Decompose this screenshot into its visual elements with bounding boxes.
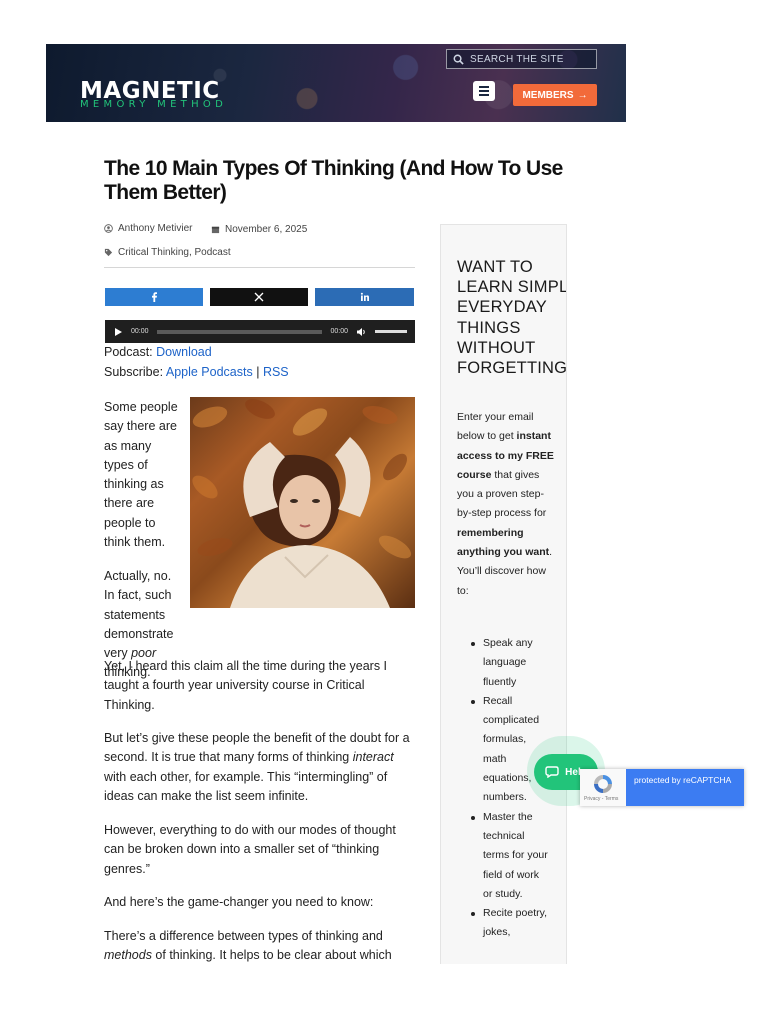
woman-in-leaves-illustration	[192, 399, 412, 608]
subscribe-line: Subscribe: Apple Podcasts | RSS	[104, 365, 289, 379]
site-logo[interactable]: MAGNETIC MEMORY METHOD	[80, 80, 227, 110]
x-twitter-icon	[254, 292, 264, 302]
recaptcha-privacy-terms[interactable]: Privacy - Terms	[584, 796, 618, 802]
article-paragraph: However, everything to do with our modes…	[104, 823, 396, 876]
author-name[interactable]: Anthony Metivier	[118, 223, 192, 234]
list-item: Recite poetry, jokes,	[471, 904, 551, 943]
article-hero-image	[190, 397, 415, 608]
play-icon[interactable]	[113, 327, 123, 337]
user-icon	[104, 224, 113, 233]
sidebar-heading: Want to learn simple everyday things wit…	[457, 258, 567, 378]
link-separator: |	[256, 365, 260, 379]
meta-divider	[104, 267, 415, 268]
audio-progress-bar[interactable]	[156, 329, 323, 334]
recaptcha-logo-area: Privacy - Terms	[580, 769, 626, 806]
menu-icon-bar	[479, 90, 489, 92]
members-button[interactable]: MEMBERS →	[513, 84, 597, 106]
hamburger-menu-button[interactable]	[473, 81, 495, 101]
list-item: Speak any language fluently	[471, 634, 551, 692]
article-paragraph: There’s a difference between types of th…	[104, 929, 392, 963]
podcast-label: Podcast:	[104, 345, 153, 359]
members-label: MEMBERS	[522, 89, 574, 101]
recaptcha-text: protected by reCAPTCHA	[634, 775, 732, 785]
linkedin-icon	[360, 292, 369, 301]
subscribe-label: Subscribe:	[104, 365, 164, 379]
volume-slider[interactable]	[375, 330, 407, 333]
apple-podcasts-link[interactable]: Apple Podcasts	[166, 365, 253, 379]
podcast-line: Podcast: Download	[104, 345, 212, 359]
current-time: 00:00	[131, 328, 149, 335]
arrow-right-icon: →	[577, 89, 588, 101]
audio-player: 00:00 00:00	[105, 320, 415, 343]
article-paragraph: Some people say there are as many types …	[104, 400, 178, 550]
tags-meta: Critical Thinking, Podcast	[104, 247, 231, 258]
tag-icon	[104, 248, 113, 257]
chat-bubble-icon	[545, 766, 559, 778]
sidebar-intro: Enter your email below to get instant ac…	[457, 408, 557, 601]
list-item: Master the technical terms for your fiel…	[471, 808, 551, 904]
duration: 00:00	[330, 328, 348, 335]
emphasis-text: interact	[352, 750, 394, 765]
menu-icon-bar	[479, 86, 489, 88]
recaptcha-badge[interactable]: Privacy - Terms protected by reCAPTCHA	[580, 769, 744, 806]
sidebar-optin: Want to learn simple everyday things wit…	[440, 224, 567, 964]
logo-subtitle: MEMORY METHOD	[80, 99, 228, 110]
post-date: November 6, 2025	[225, 224, 308, 235]
search-placeholder: SEARCH THE SITE	[470, 53, 564, 65]
search-input[interactable]: SEARCH THE SITE	[446, 49, 597, 69]
recaptcha-icon	[594, 775, 612, 793]
date-meta: November 6, 2025	[211, 224, 307, 235]
search-icon	[453, 54, 464, 65]
author-meta: Anthony Metivier	[104, 223, 192, 234]
volume-icon[interactable]	[356, 327, 367, 337]
calendar-icon	[211, 226, 220, 234]
facebook-icon	[152, 292, 157, 302]
rss-link[interactable]: RSS	[263, 365, 289, 379]
article-paragraph: But let’s give these people the benefit …	[104, 731, 410, 803]
share-facebook-button[interactable]	[105, 288, 203, 306]
article-paragraph: And here’s the game-changer you need to …	[104, 895, 374, 909]
share-linkedin-button[interactable]	[315, 288, 414, 306]
intro-emphasis: remembering anything you want	[457, 526, 550, 559]
article-paragraph: Yet, I heard this claim all the time dur…	[104, 659, 388, 712]
share-x-button[interactable]	[210, 288, 308, 306]
emphasis-text: methods	[104, 948, 152, 963]
post-tags[interactable]: Critical Thinking, Podcast	[118, 247, 231, 258]
download-link[interactable]: Download	[156, 345, 212, 359]
site-header: MAGNETIC MEMORY METHOD SEARCH THE SITE M…	[46, 44, 626, 122]
article-title: The 10 Main Types Of Thinking (And How T…	[104, 157, 563, 204]
menu-icon-bar	[479, 94, 489, 96]
